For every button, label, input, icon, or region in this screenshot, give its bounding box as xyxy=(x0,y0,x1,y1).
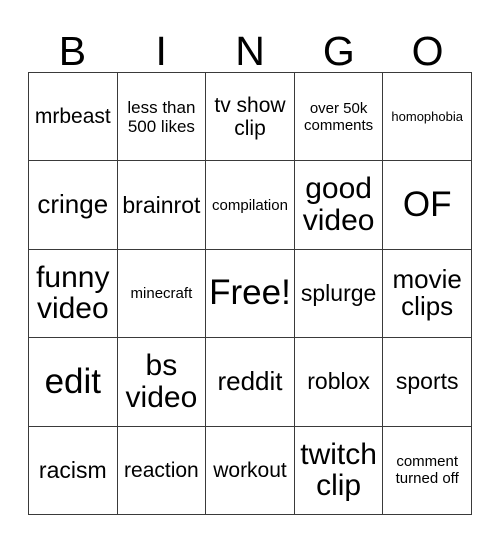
bingo-cell-b5[interactable]: racism xyxy=(29,426,118,515)
bingo-cell-g2-label: good video xyxy=(302,172,375,238)
bingo-header-letter-b: B xyxy=(58,28,87,74)
bingo-cell-n4-label: reddit xyxy=(217,365,283,396)
bingo-cell-o2-label: OF xyxy=(402,184,452,224)
bingo-cell-i4-label: bs video xyxy=(125,349,198,414)
bingo-cell-n2[interactable]: compilation xyxy=(206,161,295,250)
bingo-cell-n4[interactable]: reddit xyxy=(206,338,295,427)
bingo-cell-i5[interactable]: reaction xyxy=(117,426,207,515)
bingo-cell-g3[interactable]: splurge xyxy=(294,249,384,339)
bingo-cell-o5[interactable]: comment turned off xyxy=(383,426,472,515)
bingo-cell-b4[interactable]: edit xyxy=(29,338,118,427)
bingo-cell-g5[interactable]: twitch clip xyxy=(294,426,384,515)
bingo-cell-i5-label: reaction xyxy=(124,458,199,482)
bingo-cell-g2[interactable]: good video xyxy=(294,161,384,250)
bingo-header-letter-i: I xyxy=(155,28,167,74)
bingo-cell-o4[interactable]: sports xyxy=(383,338,472,427)
bingo-cell-b2-label: cringe xyxy=(37,189,109,220)
bingo-header-row: B I N G O xyxy=(28,18,472,72)
bingo-cell-i3-label: minecraft xyxy=(130,284,193,302)
bingo-cell-b1-label: mrbeast xyxy=(34,105,111,129)
bingo-cell-b3-label: funny video xyxy=(36,260,110,326)
bingo-cell-g4[interactable]: roblox xyxy=(294,338,384,427)
bingo-cell-b3[interactable]: funny video xyxy=(29,249,118,339)
bingo-cell-b5-label: racism xyxy=(38,456,107,483)
bingo-header-letter-g: G xyxy=(322,28,355,74)
bingo-cell-o2[interactable]: OF xyxy=(383,161,472,250)
bingo-header-letter-o: O xyxy=(411,28,444,74)
bingo-cell-n1-label: tv show clip xyxy=(214,93,286,140)
bingo-cell-b1[interactable]: mrbeast xyxy=(29,73,118,162)
bingo-cell-i1-label: less than 500 likes xyxy=(127,97,196,136)
bingo-header-letter-n: N xyxy=(235,28,265,74)
bingo-cell-i3[interactable]: minecraft xyxy=(117,249,207,339)
bingo-grid: mrbeast less than 500 likes tv show clip… xyxy=(28,72,472,515)
bingo-cell-o1-label: homophobia xyxy=(391,109,463,125)
bingo-card: B I N G O mrbeast less than 500 likes tv… xyxy=(0,0,500,544)
bingo-cell-g1[interactable]: over 50k comments xyxy=(294,73,384,162)
bingo-cell-i4[interactable]: bs video xyxy=(117,338,207,427)
bingo-cell-o1[interactable]: homophobia xyxy=(383,73,472,162)
bingo-cell-o5-label: comment turned off xyxy=(395,453,459,488)
bingo-cell-n1[interactable]: tv show clip xyxy=(206,73,295,162)
bingo-cell-g1-label: over 50k comments xyxy=(304,99,374,134)
bingo-cell-n2-label: compilation xyxy=(212,196,288,214)
bingo-cell-g3-label: splurge xyxy=(300,280,377,307)
bingo-cell-i1[interactable]: less than 500 likes xyxy=(117,73,207,162)
bingo-cell-g4-label: roblox xyxy=(307,368,370,395)
bingo-cell-free-space[interactable]: Free! xyxy=(206,249,295,339)
bingo-cell-b2[interactable]: cringe xyxy=(29,161,118,250)
bingo-cell-n5-label: workout xyxy=(213,458,287,482)
bingo-cell-i2[interactable]: brainrot xyxy=(117,161,207,250)
bingo-cell-g5-label: twitch clip xyxy=(300,437,377,503)
bingo-cell-o4-label: sports xyxy=(395,368,459,395)
bingo-cell-i2-label: brainrot xyxy=(122,191,201,218)
bingo-cell-o3-label: movie clips xyxy=(392,263,462,322)
bingo-cell-n5[interactable]: workout xyxy=(206,426,295,515)
bingo-cell-o3[interactable]: movie clips xyxy=(383,249,472,339)
bingo-free-space-label: Free! xyxy=(209,273,291,313)
bingo-cell-b4-label: edit xyxy=(44,361,102,401)
